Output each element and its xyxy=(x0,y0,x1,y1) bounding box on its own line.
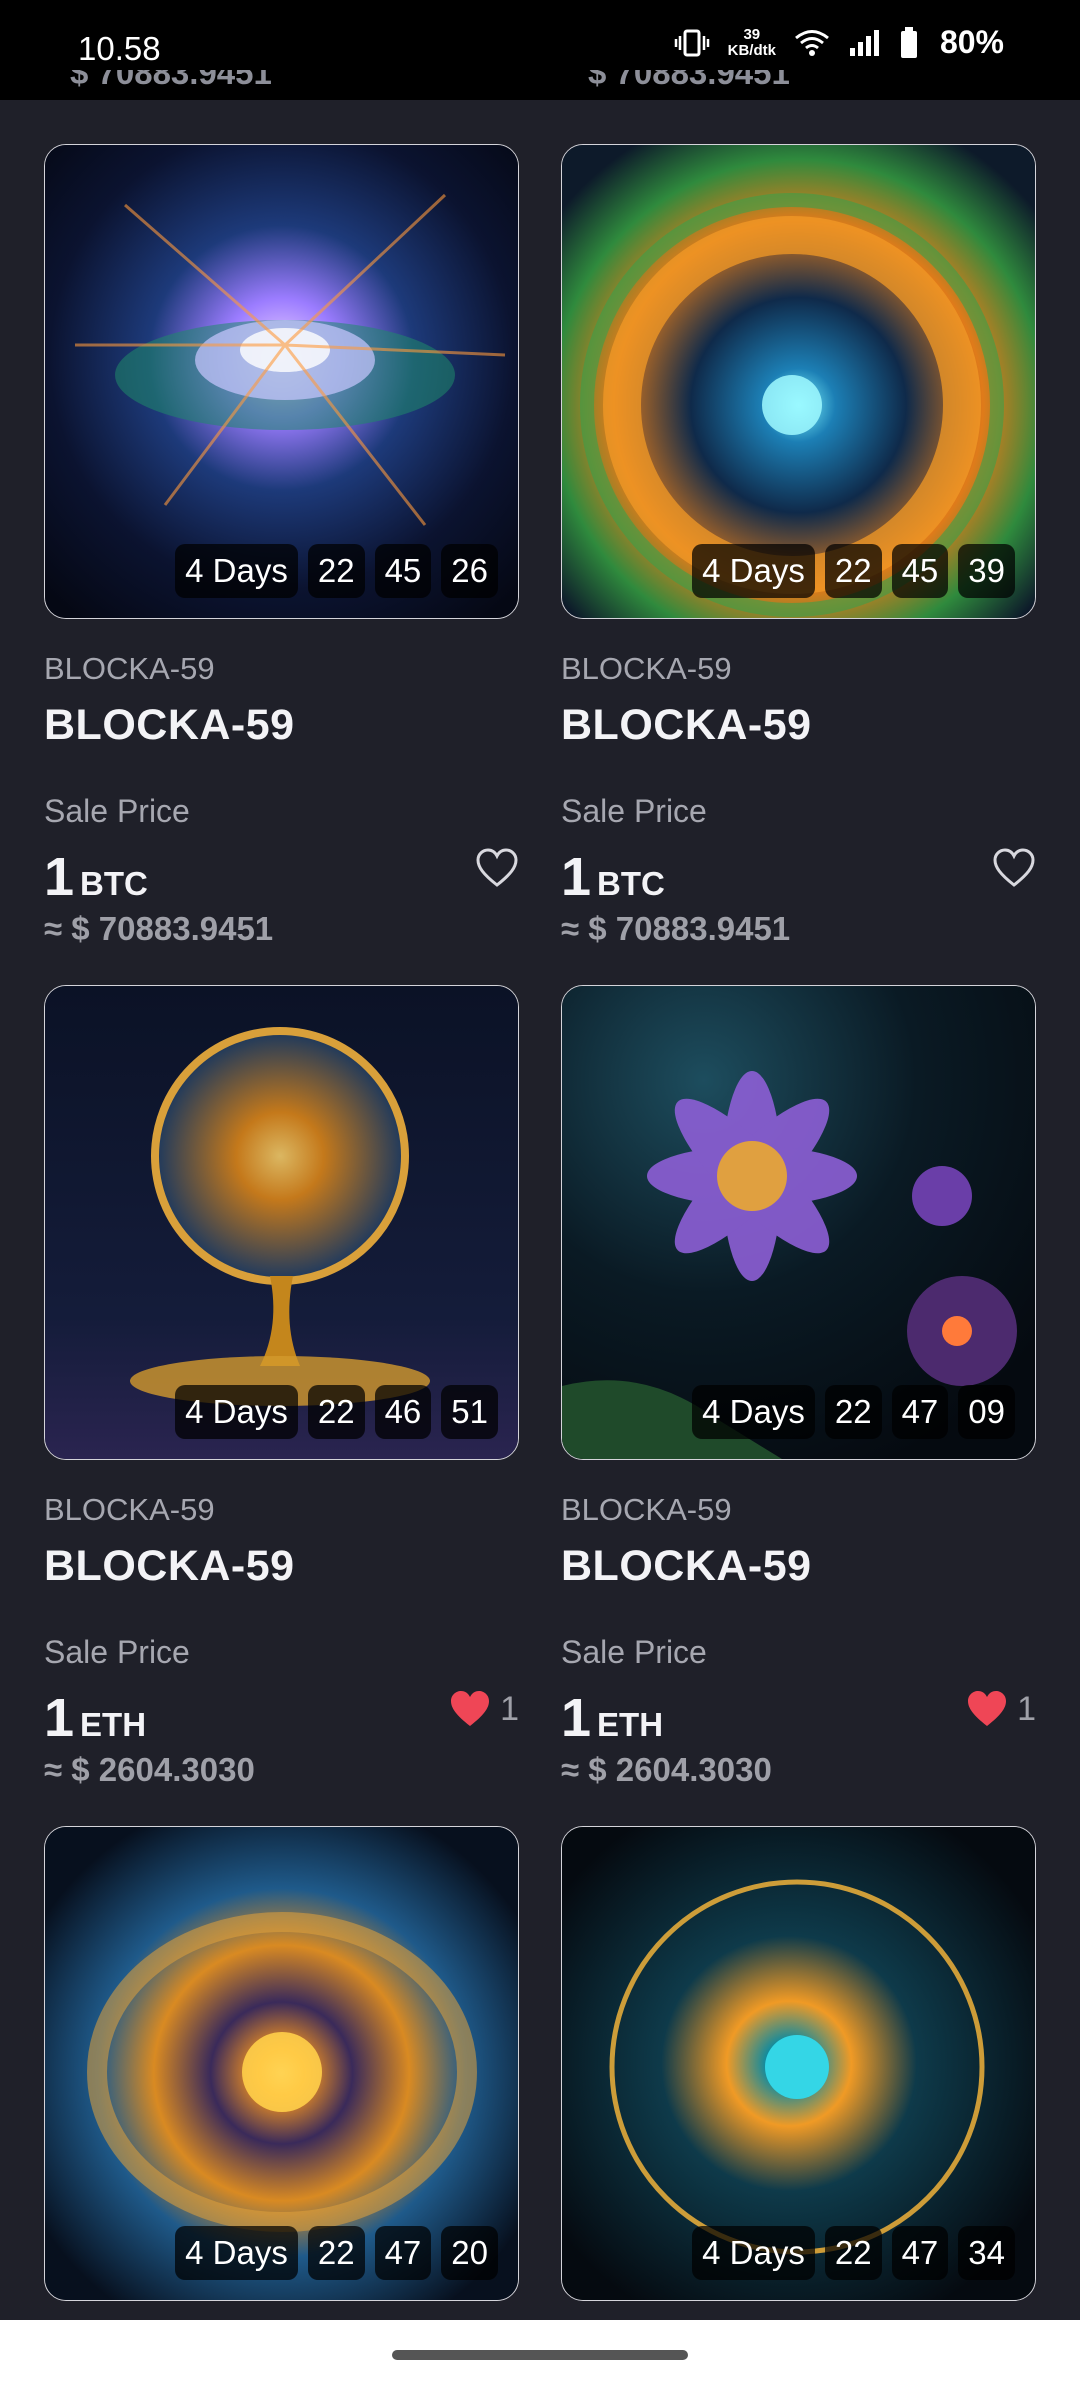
price-currency: BTC xyxy=(597,865,665,902)
vibrate-icon xyxy=(674,29,709,56)
price-currency: ETH xyxy=(80,1706,147,1743)
timer-seconds: 34 xyxy=(958,2226,1015,2280)
like-button[interactable]: 1 xyxy=(965,1689,1036,1729)
nft-image[interactable]: 4 Days 22 47 34 xyxy=(561,1826,1036,2301)
timer-seconds: 09 xyxy=(958,1385,1015,1439)
price-currency: ETH xyxy=(597,1706,664,1743)
nft-card[interactable]: 4 Days 22 45 26 BLOCKA-59 BLOCKA-59 Sale… xyxy=(44,144,519,948)
nft-title[interactable]: BLOCKA-59 xyxy=(561,701,1036,750)
timer-hours: 22 xyxy=(824,544,882,598)
timer-hours: 22 xyxy=(307,1385,365,1439)
countdown-timer: 4 Days 22 47 09 xyxy=(692,1385,1015,1439)
cutoff-usd-price: $ 70883.9451 xyxy=(588,70,790,91)
nft-title[interactable]: BLOCKA-59 xyxy=(561,1542,1036,1591)
like-button[interactable] xyxy=(475,848,519,888)
crypto-price: 1 BTC xyxy=(561,846,665,908)
timer-hours: 22 xyxy=(824,2226,882,2280)
timer-seconds: 26 xyxy=(441,544,498,598)
battery-level: 80% xyxy=(939,24,1004,60)
countdown-timer: 4 Days 22 45 26 xyxy=(175,544,498,598)
navigation-bar xyxy=(0,2320,1080,2388)
timer-days: 4 Days xyxy=(692,1385,815,1439)
timer-days: 4 Days xyxy=(692,544,815,598)
wifi-icon xyxy=(795,29,829,56)
price-row: 1 BTC xyxy=(44,846,519,908)
usd-equivalent: ≈ $ 70883.9451 xyxy=(44,910,274,947)
signal-icon xyxy=(849,29,879,56)
nft-card[interactable]: 4 Days 22 46 51 BLOCKA-59 BLOCKA-59 Sale… xyxy=(44,985,519,1789)
nft-image[interactable]: 4 Days 22 46 51 xyxy=(44,985,519,1460)
price-amount: 1 xyxy=(44,1688,75,1748)
countdown-timer: 4 Days 22 47 20 xyxy=(175,2226,498,2280)
heart-filled-icon xyxy=(451,1691,490,1726)
timer-minutes: 46 xyxy=(374,1385,432,1439)
timer-hours: 22 xyxy=(307,2226,365,2280)
timer-days: 4 Days xyxy=(175,544,298,598)
heart-outline-icon xyxy=(476,848,518,887)
battery-icon xyxy=(900,26,917,58)
like-count: 1 xyxy=(1017,1689,1036,1728)
network-speed: 39 KB/dtk xyxy=(727,25,776,59)
usd-equivalent: ≈ $ 2604.3030 xyxy=(44,1751,255,1788)
home-indicator[interactable] xyxy=(392,2350,688,2360)
collection-name: BLOCKA-59 xyxy=(561,651,732,686)
timer-seconds: 51 xyxy=(441,1385,498,1439)
timer-hours: 22 xyxy=(307,544,365,598)
nft-image[interactable]: 4 Days 22 45 39 xyxy=(561,144,1036,619)
collection-name: BLOCKA-59 xyxy=(44,651,215,686)
countdown-timer: 4 Days 22 47 34 xyxy=(692,2226,1015,2280)
usd-equivalent: ≈ $ 70883.9451 xyxy=(561,910,791,947)
timer-days: 4 Days xyxy=(692,2226,815,2280)
timer-minutes: 45 xyxy=(374,544,432,598)
nft-card[interactable]: 4 Days 22 47 09 BLOCKA-59 BLOCKA-59 Sale… xyxy=(561,985,1036,1789)
price-amount: 1 xyxy=(561,1688,592,1748)
nft-title[interactable]: BLOCKA-59 xyxy=(44,1542,519,1591)
price-amount: 1 xyxy=(44,847,75,907)
price-amount: 1 xyxy=(561,847,592,907)
timer-seconds: 20 xyxy=(441,2226,498,2280)
cutoff-usd-price: $ 70883.9451 xyxy=(70,70,272,91)
sale-price-label: Sale Price xyxy=(44,793,190,829)
timer-minutes: 47 xyxy=(891,1385,949,1439)
timer-days: 4 Days xyxy=(175,2226,298,2280)
usd-equivalent: ≈ $ 2604.3030 xyxy=(561,1751,772,1788)
like-button[interactable] xyxy=(992,848,1036,888)
sale-price-label: Sale Price xyxy=(561,793,707,829)
countdown-timer: 4 Days 22 45 39 xyxy=(692,544,1015,598)
timer-minutes: 47 xyxy=(374,2226,432,2280)
crypto-price: 1 ETH xyxy=(44,1687,146,1749)
sale-price-label: Sale Price xyxy=(44,1634,190,1670)
like-count: 1 xyxy=(500,1689,519,1728)
crypto-price: 1 BTC xyxy=(44,846,148,908)
collection-name: BLOCKA-59 xyxy=(44,1492,215,1527)
nft-card[interactable]: 4 Days 22 47 34 xyxy=(561,1826,1036,2301)
nft-image[interactable]: 4 Days 22 47 20 xyxy=(44,1826,519,2301)
previous-row-cutoff: $ 70883.9451 $ 70883.9451 xyxy=(0,70,1080,100)
price-row: 1 BTC xyxy=(561,846,1036,908)
status-icons: 39 KB/dtk 80% xyxy=(674,24,1004,61)
price-row: 1 ETH 1 xyxy=(44,1687,519,1749)
crypto-price: 1 ETH xyxy=(561,1687,663,1749)
timer-minutes: 45 xyxy=(891,544,949,598)
nft-image[interactable]: 4 Days 22 45 26 xyxy=(44,144,519,619)
status-time: 10.58 xyxy=(78,30,161,67)
heart-filled-icon xyxy=(968,1691,1007,1726)
price-row: 1 ETH 1 xyxy=(561,1687,1036,1749)
timer-days: 4 Days xyxy=(175,1385,298,1439)
like-button[interactable]: 1 xyxy=(448,1689,519,1729)
nft-card[interactable]: 4 Days 22 47 20 xyxy=(44,1826,519,2301)
timer-seconds: 39 xyxy=(958,544,1015,598)
sale-price-label: Sale Price xyxy=(561,1634,707,1670)
price-currency: BTC xyxy=(80,865,148,902)
countdown-timer: 4 Days 22 46 51 xyxy=(175,1385,498,1439)
nft-card[interactable]: 4 Days 22 45 39 BLOCKA-59 BLOCKA-59 Sale… xyxy=(561,144,1036,948)
collection-name: BLOCKA-59 xyxy=(561,1492,732,1527)
nft-image[interactable]: 4 Days 22 47 09 xyxy=(561,985,1036,1460)
nft-title[interactable]: BLOCKA-59 xyxy=(44,701,519,750)
timer-hours: 22 xyxy=(824,1385,882,1439)
heart-outline-icon xyxy=(993,848,1035,887)
timer-minutes: 47 xyxy=(891,2226,949,2280)
